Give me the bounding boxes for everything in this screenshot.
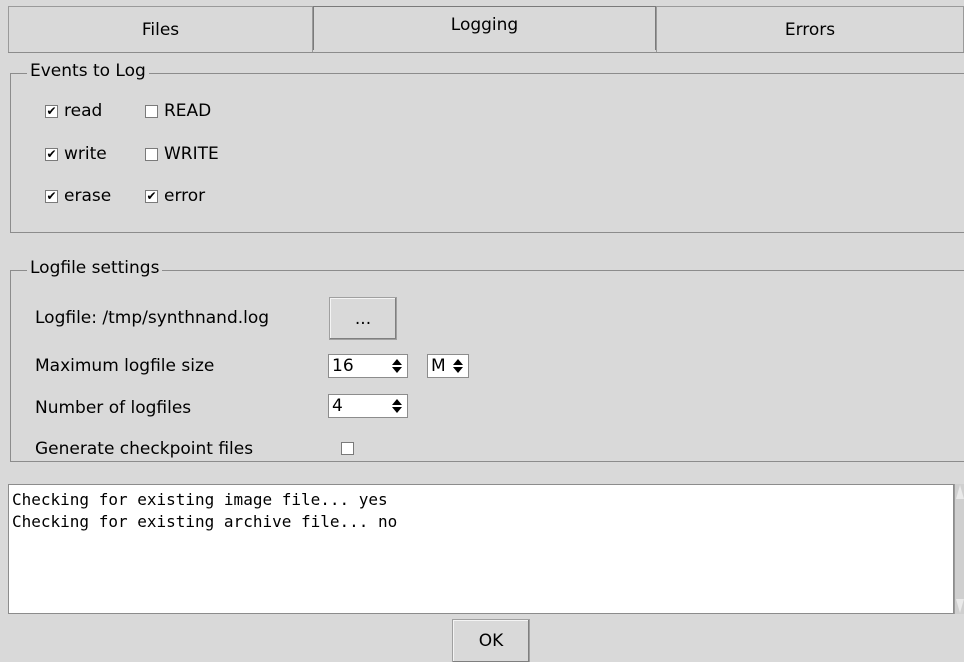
checkbox-WRITE-label: WRITE xyxy=(164,144,219,164)
checkbox-READ[interactable]: READ xyxy=(145,99,211,123)
checkbox-read-box[interactable] xyxy=(45,104,58,118)
tab-logging[interactable]: Logging xyxy=(313,6,656,50)
logfile-group-title: Logfile settings xyxy=(27,258,163,278)
max-size-value: 16 xyxy=(332,356,354,376)
checkbox-error-box[interactable] xyxy=(145,189,158,203)
checkpoint-label: Generate checkpoint files xyxy=(35,439,254,459)
num-logfiles-stepper-icon[interactable] xyxy=(391,396,403,416)
scroll-down-icon[interactable] xyxy=(956,599,964,613)
checkbox-error-label: error xyxy=(164,186,206,206)
tab-files[interactable]: Files xyxy=(8,6,313,52)
log-output[interactable]: Checking for existing image file... yes C… xyxy=(8,484,954,614)
checkbox-write-label: write xyxy=(64,144,107,164)
checkbox-WRITE[interactable]: WRITE xyxy=(145,142,219,166)
scroll-up-icon[interactable] xyxy=(956,485,964,499)
max-size-spinbox[interactable]: 16 xyxy=(328,354,408,378)
max-size-unit-spinbox[interactable]: M xyxy=(427,354,469,378)
checkbox-write[interactable]: write xyxy=(45,142,107,166)
checkbox-error[interactable]: error xyxy=(145,184,205,208)
tab-divider xyxy=(8,52,964,53)
num-logfiles-value: 4 xyxy=(332,396,343,416)
checkbox-WRITE-box[interactable] xyxy=(145,147,158,161)
events-group-title: Events to Log xyxy=(27,61,149,81)
num-logfiles-spinbox[interactable]: 4 xyxy=(328,394,408,418)
ok-button-label: OK xyxy=(478,631,504,651)
max-size-unit-stepper-icon[interactable] xyxy=(452,356,464,376)
tab-logging-label: Logging xyxy=(450,14,519,35)
logfile-browse-button[interactable]: ... xyxy=(329,297,397,340)
checkbox-erase[interactable]: erase xyxy=(45,184,111,208)
checkbox-read-label: read xyxy=(64,101,103,121)
max-size-stepper-icon[interactable] xyxy=(391,356,403,376)
num-logfiles-label: Number of logfiles xyxy=(35,398,192,418)
log-line: Checking for existing image file... yes xyxy=(12,490,388,509)
max-size-label: Maximum logfile size xyxy=(35,356,215,376)
log-scrollbar[interactable] xyxy=(954,484,964,614)
checkbox-write-box[interactable] xyxy=(45,147,58,161)
tab-errors-label: Errors xyxy=(784,19,836,40)
checkbox-erase-box[interactable] xyxy=(45,189,58,203)
logfile-path-label: Logfile: /tmp/synthnand.log xyxy=(35,308,270,328)
max-size-unit-value: M xyxy=(431,356,446,376)
checkpoint-checkbox[interactable] xyxy=(341,442,354,455)
tab-files-label: Files xyxy=(141,19,180,40)
checkbox-erase-label: erase xyxy=(64,186,112,206)
checkbox-READ-box[interactable] xyxy=(145,104,158,118)
logfile-browse-button-label: ... xyxy=(354,308,372,329)
tab-errors[interactable]: Errors xyxy=(656,6,964,52)
checkbox-read[interactable]: read xyxy=(45,99,102,123)
ok-button[interactable]: OK xyxy=(452,619,530,662)
log-line: Checking for existing archive file... no xyxy=(12,512,398,531)
checkbox-READ-label: READ xyxy=(164,101,212,121)
